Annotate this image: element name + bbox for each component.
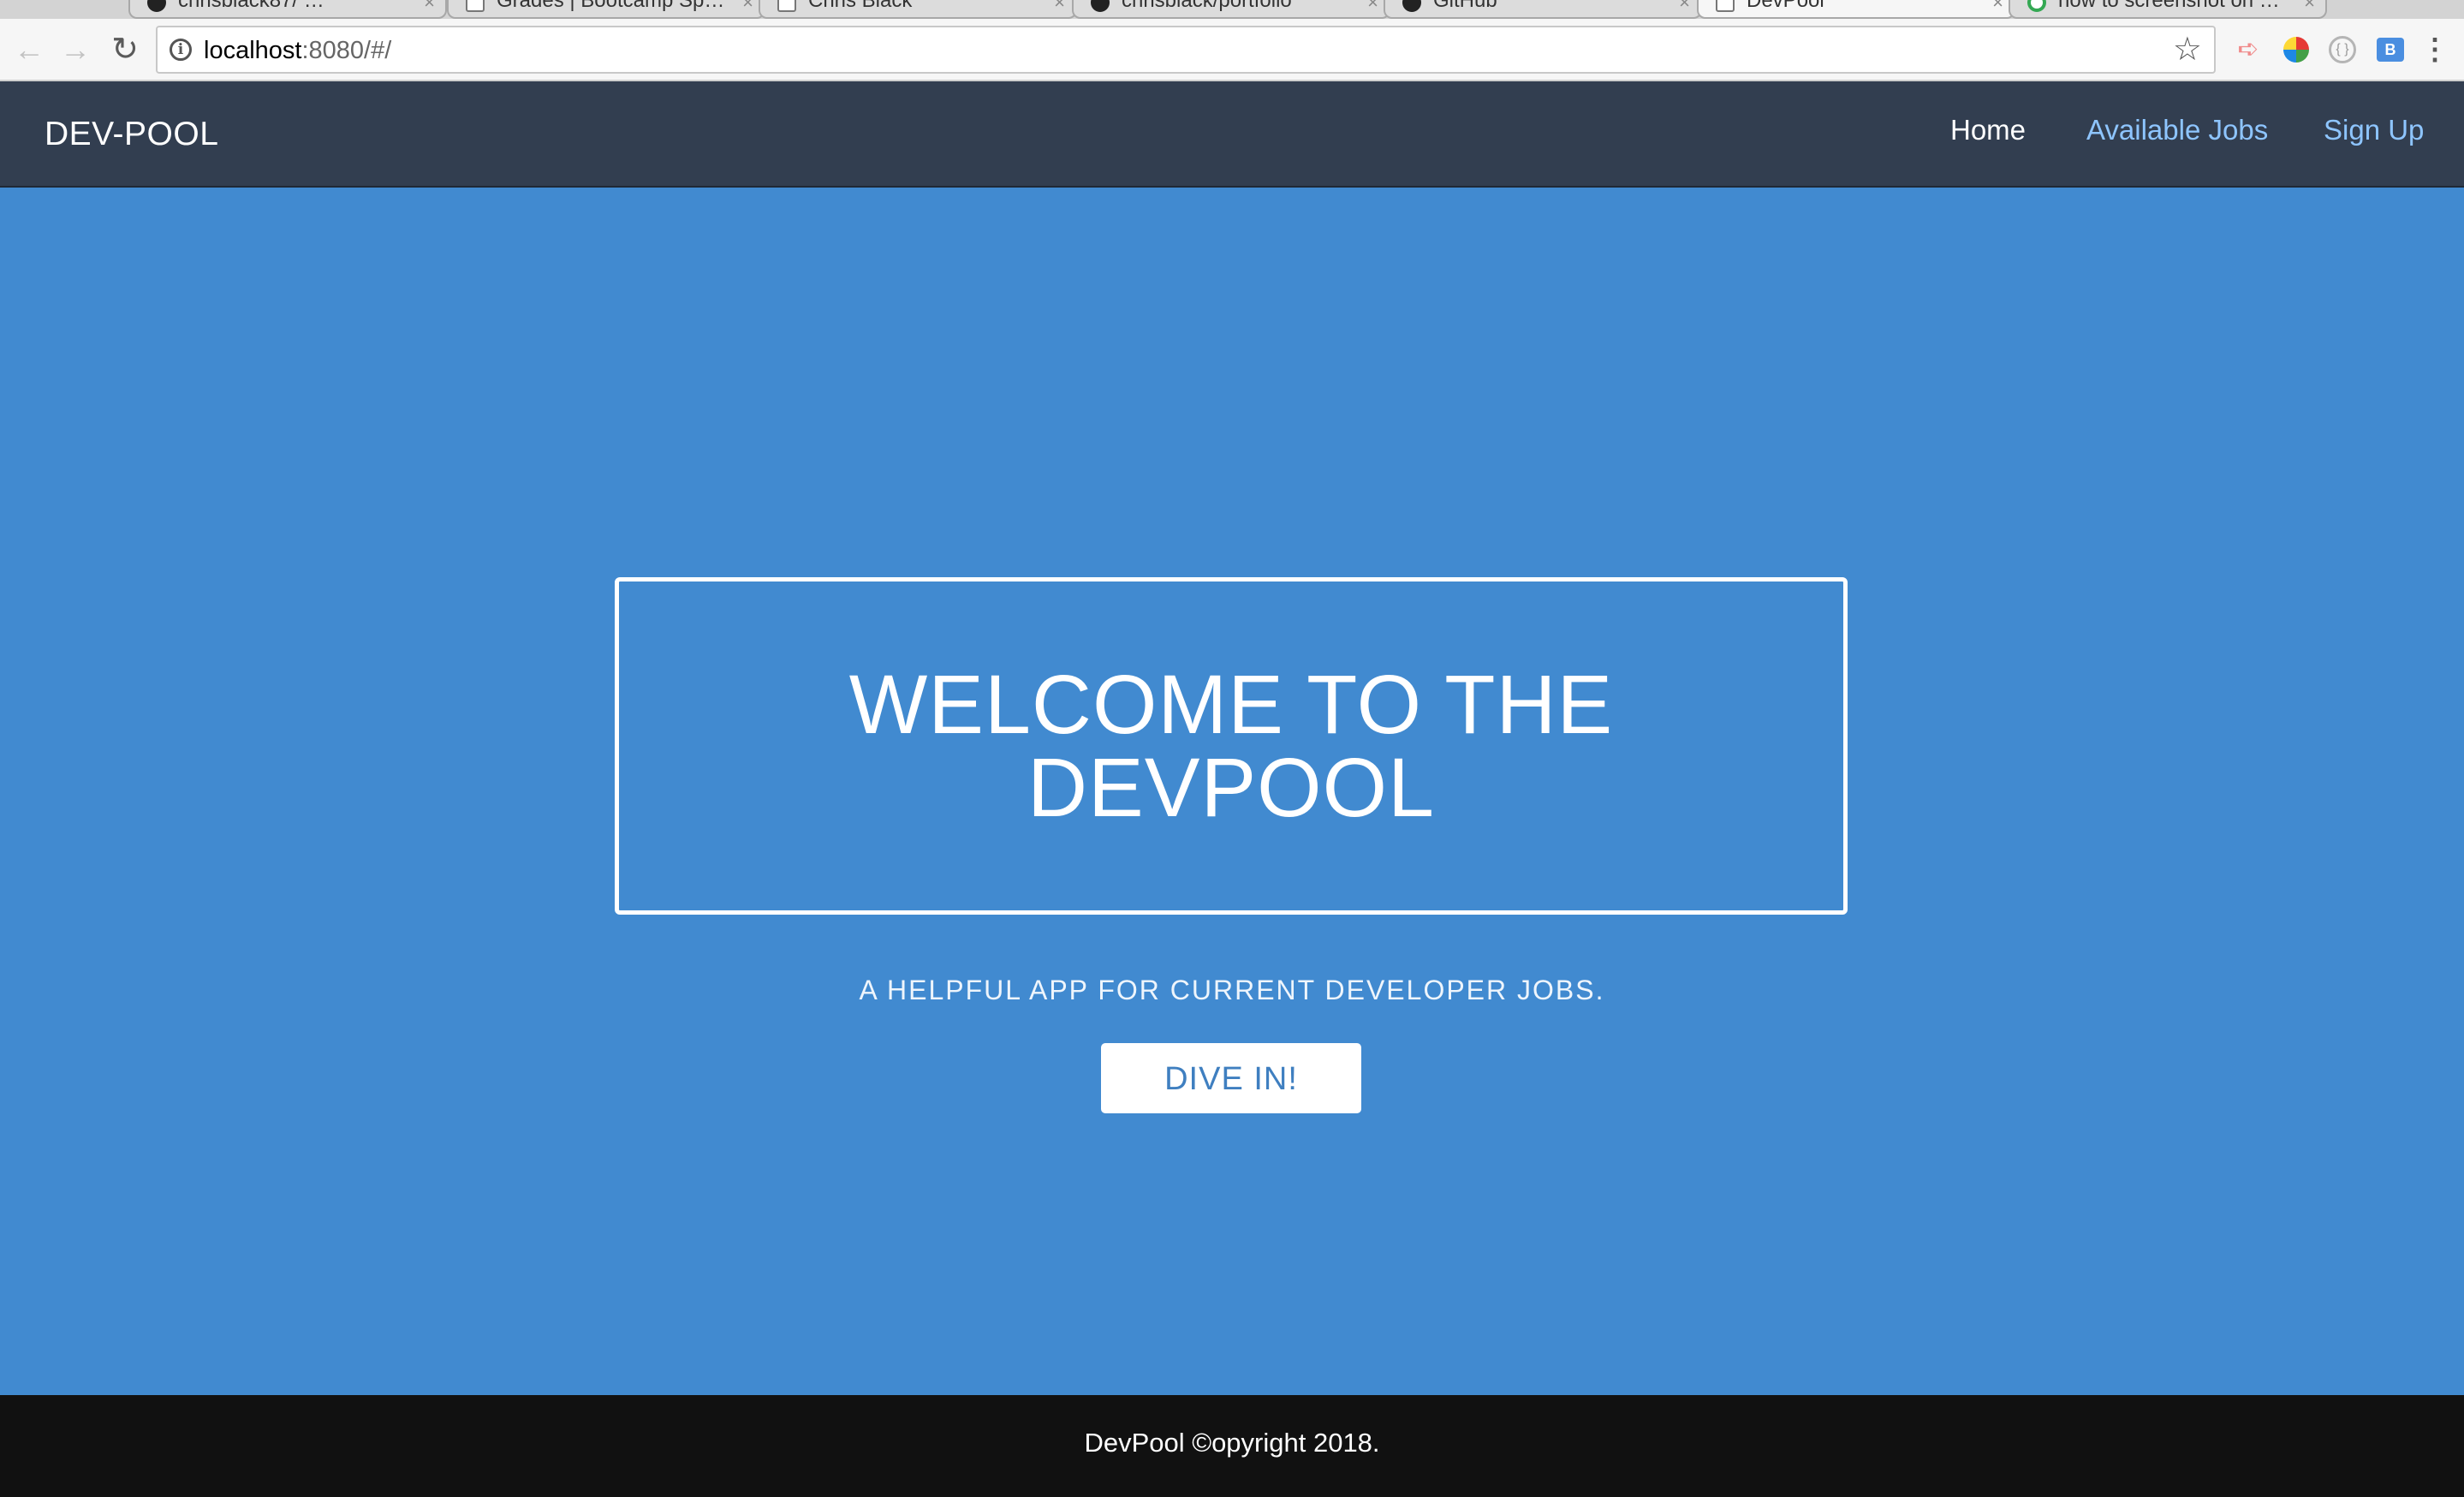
browser-tab[interactable]: Chris Black × xyxy=(759,0,1077,19)
hero-tagline: A HELPFUL APP FOR CURRENT DEVELOPER JOBS… xyxy=(859,975,1605,1005)
close-icon[interactable]: × xyxy=(1054,0,1065,15)
close-icon[interactable]: × xyxy=(1679,0,1690,15)
close-icon[interactable]: × xyxy=(1367,0,1378,15)
nav-link-available-jobs[interactable]: Available Jobs xyxy=(2086,114,2268,146)
browser-tab[interactable]: chrisblack87/ … × xyxy=(128,0,447,19)
github-icon xyxy=(147,0,166,12)
url-path: :8080/#/ xyxy=(301,37,392,64)
site-navbar: DEV-POOL Home Available Jobs Sign Up xyxy=(0,81,2464,188)
browser-toolbar: ← → ↻ i localhost:8080/#/ ☆ ➪ { } B ⋮ xyxy=(0,19,2464,81)
browser-tab[interactable]: chrisblack/portfolio × xyxy=(1072,0,1390,19)
browser-tab[interactable]: how to screenshot on … × xyxy=(2009,0,2327,19)
github-icon xyxy=(1091,0,1110,12)
tab-label: Chris Black xyxy=(808,0,913,12)
extension-arrow-icon[interactable]: ➪ xyxy=(2233,34,2264,65)
browser-menu-icon[interactable]: ⋮ xyxy=(2419,34,2450,65)
footer-copyright: DevPool ©opyright 2018. xyxy=(1084,1428,1380,1458)
close-icon[interactable]: × xyxy=(1992,0,2003,15)
page-icon xyxy=(466,0,485,12)
extension-blue-icon[interactable]: B xyxy=(2377,38,2404,62)
close-icon[interactable]: × xyxy=(2304,0,2315,15)
url-host: localhost xyxy=(204,37,302,64)
hero-title: WELCOME TO THE DEVPOOL xyxy=(848,658,1614,834)
tab-label: how to screenshot on … xyxy=(2058,0,2280,12)
hero-title-box: WELCOME TO THE DEVPOOL xyxy=(615,577,1848,915)
close-icon[interactable]: × xyxy=(424,0,435,15)
browser-tab-strip: chrisblack87/ … × Grades | Bootcamp Sp… … xyxy=(0,0,2464,19)
extension-circle-icon[interactable]: { } xyxy=(2329,36,2356,63)
address-bar[interactable]: i localhost:8080/#/ ☆ xyxy=(156,26,2216,74)
info-icon[interactable]: i xyxy=(170,39,192,61)
bookmark-star-icon[interactable]: ☆ xyxy=(2173,33,2202,67)
browser-tab-active[interactable]: DevPool × xyxy=(1697,0,2015,19)
google-icon xyxy=(2027,0,2046,12)
hero-section: WELCOME TO THE DEVPOOL A HELPFUL APP FOR… xyxy=(0,188,2464,1395)
page-icon xyxy=(1716,0,1735,12)
browser-tab[interactable]: Grades | Bootcamp Sp… × xyxy=(447,0,765,19)
nav-link-sign-up[interactable]: Sign Up xyxy=(2324,114,2424,146)
url-text[interactable]: localhost:8080/#/ xyxy=(204,37,391,65)
browser-tab[interactable]: GitHub × xyxy=(1384,0,1702,19)
back-arrow-icon[interactable]: ← xyxy=(10,31,48,69)
tab-label: DevPool xyxy=(1747,0,1824,12)
github-icon xyxy=(1402,0,1421,12)
tab-label: chrisblack/portfolio xyxy=(1122,0,1292,12)
reload-icon[interactable]: ↻ xyxy=(106,31,144,69)
nav-link-home[interactable]: Home xyxy=(1950,114,2026,146)
extension-colorwheel-icon[interactable] xyxy=(2283,37,2309,63)
site-footer: DevPool ©opyright 2018. xyxy=(0,1395,2464,1497)
close-icon[interactable]: × xyxy=(742,0,753,15)
tab-label: Grades | Bootcamp Sp… xyxy=(497,0,725,12)
brand-logo-link[interactable]: DEV-POOL xyxy=(45,116,218,153)
forward-arrow-icon[interactable]: → xyxy=(57,31,94,69)
dive-in-button[interactable]: DIVE IN! xyxy=(1101,1043,1361,1113)
tab-label: GitHub xyxy=(1433,0,1497,12)
tab-label: chrisblack87/ … xyxy=(178,0,324,12)
page-icon xyxy=(777,0,796,12)
